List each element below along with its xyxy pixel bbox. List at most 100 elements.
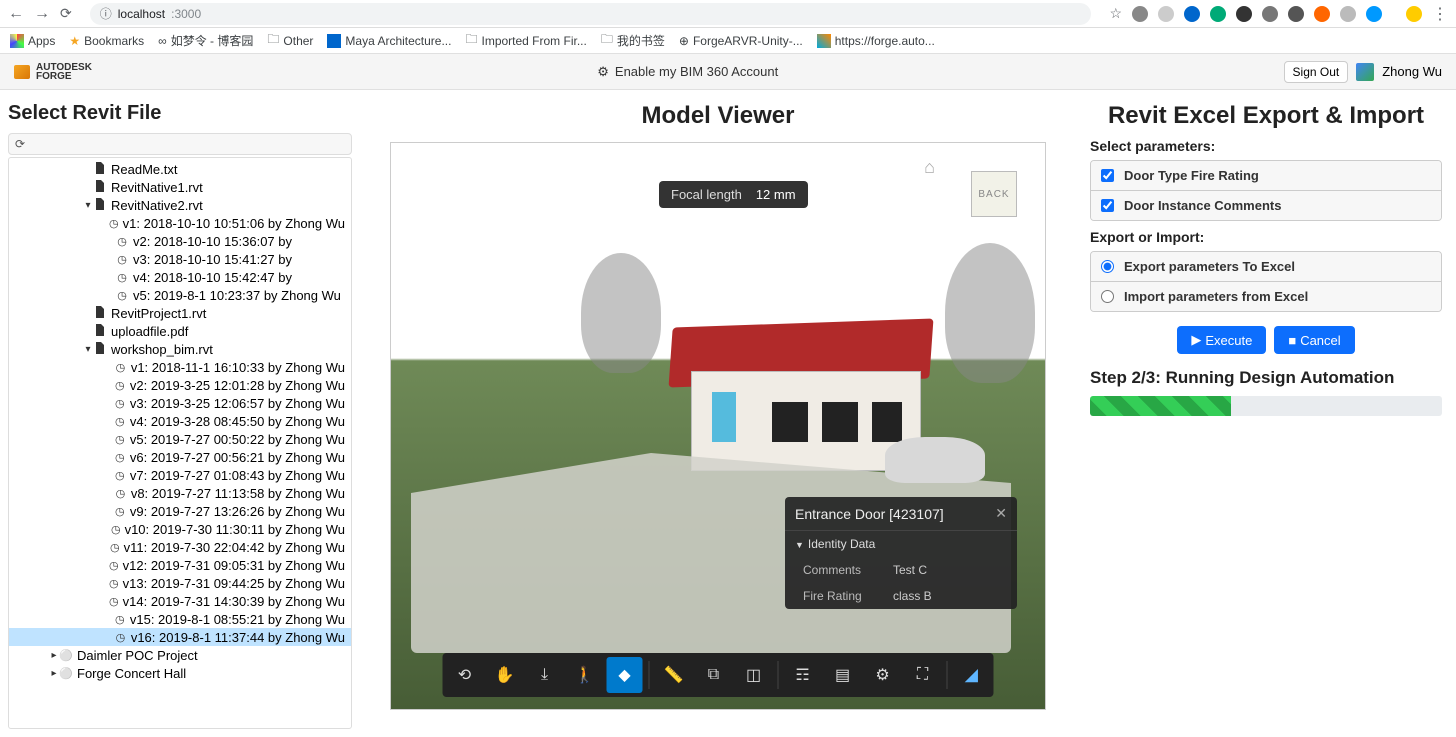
refresh-icon[interactable]: ⟳: [15, 137, 25, 151]
tree-file-item[interactable]: ▾workshop_bim.rvt: [9, 340, 351, 358]
tree-version-item[interactable]: ◷v5: 2019-7-27 00:50:22 by Zhong Wu: [9, 430, 351, 448]
nav-forward-icon[interactable]: →: [34, 5, 50, 23]
bookmark-star-icon[interactable]: ☆: [1109, 5, 1122, 22]
model-viewer-canvas[interactable]: ⌂ BACK Focal length 12 mm Entrance Door …: [390, 142, 1046, 710]
param-checkbox[interactable]: [1101, 199, 1114, 212]
ext-icon[interactable]: [1132, 6, 1148, 22]
tree-version-item[interactable]: ◷v15: 2019-8-1 08:55:21 by Zhong Wu: [9, 610, 351, 628]
bookmark-item[interactable]: Maya Architecture...: [327, 34, 451, 48]
file-tree[interactable]: ReadMe.txtRevitNative1.rvt▾RevitNative2.…: [8, 157, 352, 729]
ext-icon[interactable]: [1340, 6, 1356, 22]
tree-file-item[interactable]: ReadMe.txt: [9, 160, 351, 178]
reload-icon[interactable]: ⟳: [60, 5, 72, 22]
model-browser-icon[interactable]: ◫: [736, 657, 772, 693]
tree-version-item[interactable]: ◷v13: 2019-7-31 09:44:25 by Zhong Wu: [9, 574, 351, 592]
progress-bar: [1090, 396, 1442, 416]
mode-option-import[interactable]: Import parameters from Excel: [1091, 281, 1441, 311]
tree-version-item[interactable]: ◷v12: 2019-7-31 09:05:31 by Zhong Wu: [9, 556, 351, 574]
structure-icon[interactable]: ☶: [785, 657, 821, 693]
settings-icon[interactable]: ⚙: [865, 657, 901, 693]
tree-file-item[interactable]: RevitProject1.rvt: [9, 304, 351, 322]
ext-icon[interactable]: [1288, 6, 1304, 22]
tree-version-item[interactable]: ◷v1: 2018-10-10 10:51:06 by Zhong Wu: [9, 214, 351, 232]
close-icon[interactable]: ✕: [995, 505, 1007, 522]
tree-version-item[interactable]: ◷v6: 2019-7-27 00:56:21 by Zhong Wu: [9, 448, 351, 466]
zoom-icon[interactable]: ⤓: [527, 657, 563, 693]
chrome-menu-icon[interactable]: ⋮: [1432, 4, 1448, 24]
param-option[interactable]: Door Type Fire Rating: [1091, 161, 1441, 190]
ext-icon[interactable]: [1184, 6, 1200, 22]
mode-option-export[interactable]: Export parameters To Excel: [1091, 252, 1441, 281]
tree-version-item[interactable]: ◷v16: 2019-8-1 11:37:44 by Zhong Wu: [9, 628, 351, 646]
tree-version-item[interactable]: ◷v11: 2019-7-30 22:04:42 by Zhong Wu: [9, 538, 351, 556]
tree-project-item[interactable]: ▸⚪Forge Concert Hall: [9, 664, 351, 682]
tree-version-item[interactable]: ◷v1: 2018-11-1 16:10:33 by Zhong Wu: [9, 358, 351, 376]
mode-radio[interactable]: [1101, 260, 1114, 273]
explode-icon[interactable]: ⧉: [696, 657, 732, 693]
tree-version-item[interactable]: ◷v9: 2019-7-27 13:26:26 by Zhong Wu: [9, 502, 351, 520]
tree-version-item[interactable]: ◷v10: 2019-7-30 11:30:11 by Zhong Wu: [9, 520, 351, 538]
tree-project-item[interactable]: ▸⚪Daimler POC Project: [9, 646, 351, 664]
tree-version-item[interactable]: ◷v2: 2018-10-10 15:36:07 by: [9, 232, 351, 250]
twisty-icon[interactable]: ▸: [49, 668, 59, 679]
ext-icon[interactable]: [1158, 6, 1174, 22]
tree-file-item[interactable]: uploadfile.pdf: [9, 322, 351, 340]
twisty-icon[interactable]: ▾: [83, 344, 93, 355]
tree-version-item[interactable]: ◷v7: 2019-7-27 01:08:43 by Zhong Wu: [9, 466, 351, 484]
bookmark-folder[interactable]: 🗀Imported From Fir...: [465, 30, 586, 51]
apps-button[interactable]: Apps: [10, 34, 55, 48]
param-checkbox[interactable]: [1101, 169, 1114, 182]
tree-file-item[interactable]: ▾RevitNative2.rvt: [9, 196, 351, 214]
properties-panel[interactable]: Entrance Door [423107] ✕ ▼Identity Data …: [785, 497, 1017, 609]
mode-radio[interactable]: [1101, 290, 1114, 303]
ext-icon[interactable]: [1236, 6, 1252, 22]
properties-icon[interactable]: ▤: [825, 657, 861, 693]
bookmark-folder[interactable]: 🗀我的书签: [601, 30, 665, 51]
address-bar[interactable]: ⓘ localhost:3000: [90, 3, 1092, 25]
tree-version-item[interactable]: ◷v8: 2019-7-27 11:13:58 by Zhong Wu: [9, 484, 351, 502]
tree-file-item[interactable]: RevitNative1.rvt: [9, 178, 351, 196]
param-option[interactable]: Door Instance Comments: [1091, 190, 1441, 220]
file-icon: [93, 180, 107, 195]
cancel-button[interactable]: ■Cancel: [1274, 326, 1354, 354]
bookmark-item[interactable]: ∞如梦令 - 博客园: [158, 32, 253, 49]
signout-button[interactable]: Sign Out: [1284, 61, 1349, 83]
bookmark-item[interactable]: https://forge.auto...: [817, 34, 935, 48]
tree-version-item[interactable]: ◷v3: 2018-10-10 15:41:27 by: [9, 250, 351, 268]
enable-bim360-button[interactable]: ⚙ Enable my BIM 360 Account: [597, 64, 778, 80]
walk-icon[interactable]: 🚶: [567, 657, 603, 693]
clock-icon: ◷: [114, 505, 126, 518]
profile-avatar-icon[interactable]: [1406, 6, 1422, 22]
tree-version-item[interactable]: ◷v4: 2018-10-10 15:42:47 by: [9, 268, 351, 286]
fullscreen-icon[interactable]: ⛶: [905, 657, 941, 693]
view-cube[interactable]: BACK: [971, 171, 1017, 217]
tree-version-item[interactable]: ◷v14: 2019-7-31 14:30:39 by Zhong Wu: [9, 592, 351, 610]
ext-icon[interactable]: [1262, 6, 1278, 22]
ext-icon[interactable]: [1366, 6, 1382, 22]
tree-version-item[interactable]: ◷v5: 2019-8-1 10:23:37 by Zhong Wu: [9, 286, 351, 304]
forge-logo[interactable]: AUTODESK FORGE: [14, 63, 92, 81]
properties-section-header[interactable]: ▼Identity Data: [785, 530, 1017, 557]
measure-icon[interactable]: 📏: [656, 657, 692, 693]
file-icon: [93, 324, 107, 339]
ext-icon[interactable]: [1210, 6, 1226, 22]
twisty-icon[interactable]: ▾: [83, 200, 93, 211]
focal-value: 12 mm: [756, 187, 796, 202]
execute-button[interactable]: ▶Execute: [1177, 326, 1266, 354]
site-info-icon[interactable]: ⓘ: [100, 5, 112, 22]
orbit-icon[interactable]: ⟲: [447, 657, 483, 693]
ext-icon[interactable]: [1314, 6, 1330, 22]
viewer-home-icon[interactable]: ⌂: [924, 157, 935, 178]
section-icon[interactable]: ◆: [607, 657, 643, 693]
bookmark-folder[interactable]: 🗀Other: [267, 30, 313, 51]
user-avatar-icon[interactable]: [1356, 63, 1374, 81]
pan-icon[interactable]: ✋: [487, 657, 523, 693]
nav-back-icon[interactable]: ←: [8, 5, 24, 23]
twisty-icon[interactable]: ▸: [49, 650, 59, 661]
bookmark-item[interactable]: ⊕ForgeARVR-Unity-...: [679, 34, 803, 48]
tree-version-item[interactable]: ◷v4: 2019-3-28 08:45:50 by Zhong Wu: [9, 412, 351, 430]
tree-version-item[interactable]: ◷v3: 2019-3-25 12:06:57 by Zhong Wu: [9, 394, 351, 412]
bookmark-item[interactable]: ★Bookmarks: [69, 34, 144, 48]
autodesk-logo-icon[interactable]: ◢: [954, 657, 990, 693]
tree-version-item[interactable]: ◷v2: 2019-3-25 12:01:28 by Zhong Wu: [9, 376, 351, 394]
